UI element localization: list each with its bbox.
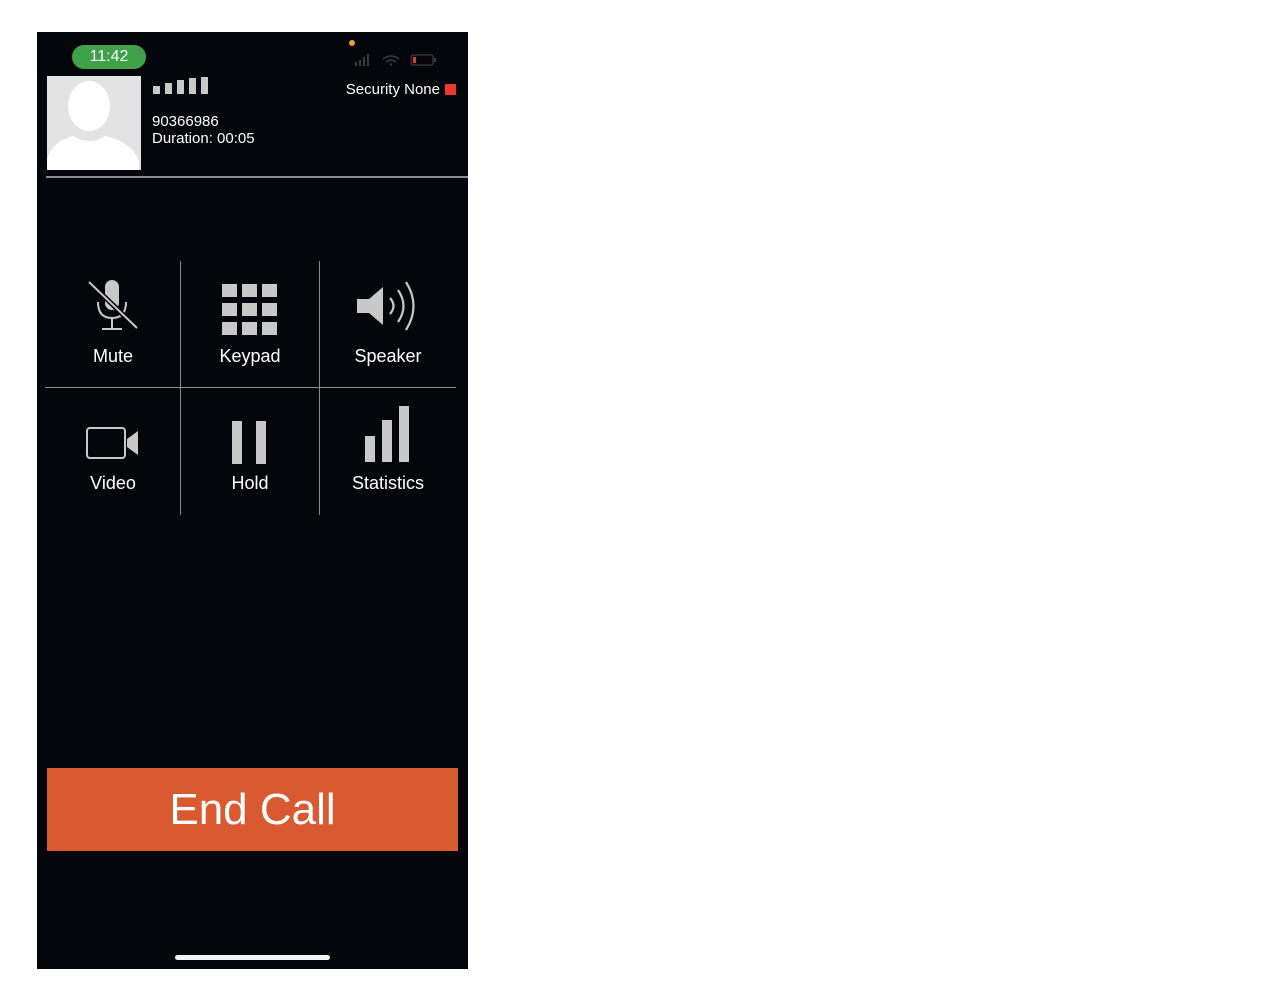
caller-number: 90366986 (152, 113, 219, 130)
video-label: Video (90, 473, 136, 493)
status-time[interactable]: 11:42 (72, 45, 146, 69)
call-screen: 11:42 Security None 90366986 Duration: 0… (37, 32, 468, 969)
speaker-button[interactable]: Speaker (320, 261, 456, 387)
end-call-button[interactable]: End Call (47, 768, 458, 851)
mute-button[interactable]: Mute (45, 261, 181, 387)
keypad-button[interactable]: Keypad (182, 261, 318, 387)
speaker-icon (357, 281, 415, 331)
mute-label: Mute (92, 346, 134, 366)
pause-icon (232, 421, 266, 464)
mic-in-use-indicator-icon (349, 40, 355, 46)
battery-icon (410, 54, 436, 66)
video-camera-icon (86, 427, 138, 459)
call-duration: Duration: 00:05 (152, 130, 255, 147)
grid-divider (45, 387, 456, 388)
call-quality-icon (153, 77, 208, 94)
cellular-signal-icon (355, 54, 369, 66)
hold-label: Hold (231, 473, 269, 493)
security-indicator-icon (445, 83, 456, 95)
call-controls-grid: Mute Keypad Speaker Video Hold Statistic… (45, 261, 456, 515)
header-divider (46, 176, 468, 178)
video-button[interactable]: Video (45, 389, 181, 515)
home-indicator[interactable] (175, 955, 330, 960)
status-icons (355, 54, 436, 66)
bar-chart-icon (365, 406, 409, 462)
statistics-button[interactable]: Statistics (320, 389, 456, 515)
hold-button[interactable]: Hold (182, 389, 318, 515)
keypad-icon (222, 284, 277, 335)
person-silhouette-icon (47, 76, 141, 170)
keypad-label: Keypad (219, 346, 281, 366)
statistics-label: Statistics (351, 473, 425, 493)
avatar (47, 76, 141, 170)
security-label: Security None (345, 80, 440, 98)
speaker-label: Speaker (354, 346, 422, 366)
muted-microphone-icon (87, 280, 139, 330)
wifi-icon (382, 55, 400, 66)
security-status: Security None (346, 80, 456, 98)
